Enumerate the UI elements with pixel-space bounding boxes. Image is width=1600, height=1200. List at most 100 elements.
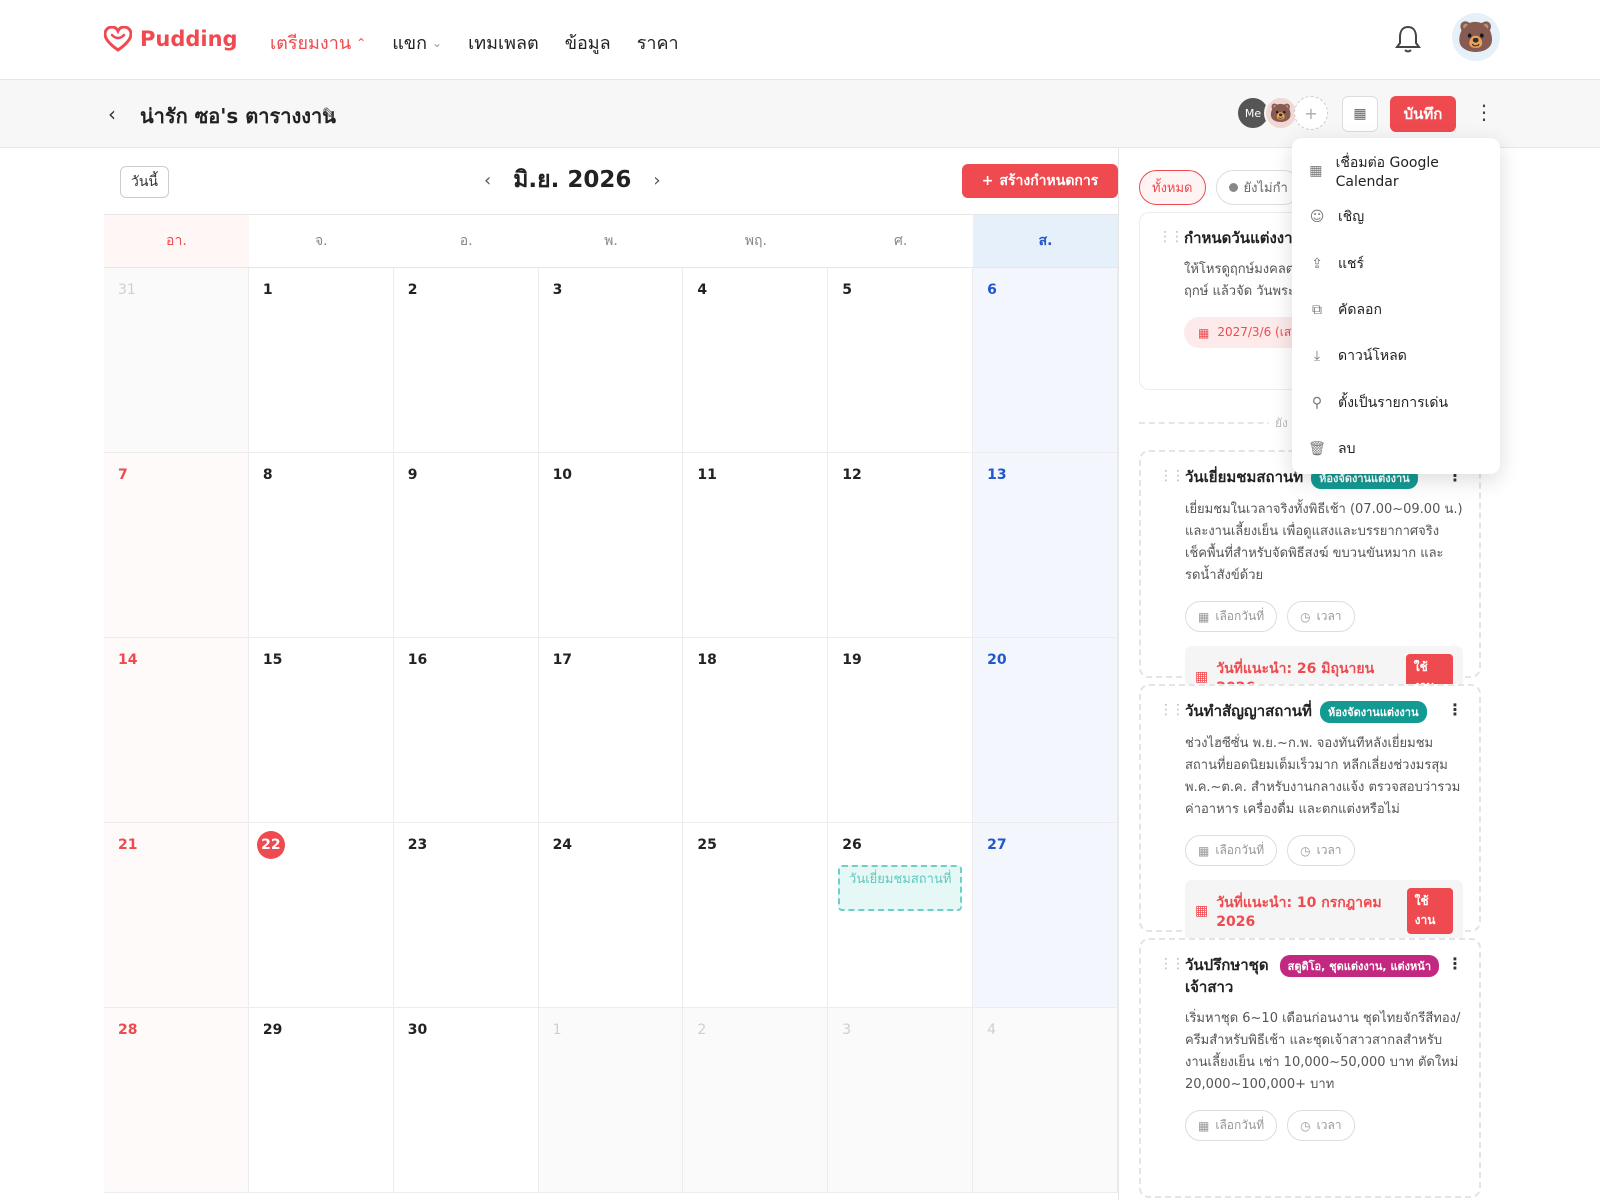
nav-prepare[interactable]: เตรียมงาน ⌃ [270,28,366,57]
calendar-event-chip[interactable]: วันเยี่ยมชมสถานที่ [838,865,963,911]
chevron-up-icon: ⌃ [356,35,367,50]
calendar-day-cell[interactable]: 27 [973,823,1118,1008]
calendar-day-cell[interactable]: 28 [104,1008,249,1193]
select-time-button[interactable]: ◷ เวลา [1287,1110,1355,1141]
menu-copy[interactable]: ⧉ คัดลอก [1292,287,1500,333]
select-time-button[interactable]: ◷ เวลา [1287,835,1355,866]
select-date-button[interactable]: ▦ เลือกวันที่ [1185,1110,1278,1141]
calendar-day-cell[interactable]: 22 [248,823,394,1008]
menu-delete[interactable]: 🗑 ลบ [1292,426,1500,472]
filter-bar: ทั้งหมด ยังไม่กำ [1139,170,1301,205]
menu-invite[interactable]: ☺ เชิญ [1292,194,1500,240]
use-suggestion-button[interactable]: ใช้งาน [1406,888,1453,934]
brand-logo[interactable]: Pudding [104,26,238,52]
drag-handle-icon[interactable]: ⋮⋮ [1159,468,1185,484]
calendar-day-cell[interactable]: 4 [683,268,829,453]
weekday-tue: อ. [459,233,473,249]
calendar-day-cell[interactable]: 18 [683,638,829,823]
more-vertical-icon[interactable]: ⋮ [1474,100,1494,124]
add-collaborator-button[interactable]: + [1294,96,1328,130]
menu-item-label: เชิญ [1338,209,1365,226]
user-avatar[interactable]: 🐻 [1452,13,1500,61]
weekday-sun: อา. [104,215,249,267]
calendar-day-cell[interactable]: 24 [538,823,684,1008]
calendar-day-cell[interactable]: 15 [248,638,394,823]
calendar-day-cell[interactable]: 12 [828,453,974,638]
drag-handle-icon[interactable]: ⋮⋮ [1159,702,1185,718]
select-time-button[interactable]: ◷ เวลา [1287,601,1355,632]
schedule-card-venue-contract[interactable]: ⋮⋮ วันทำสัญญาสถานที่ ห้องจัดงานแต่งงาน ⋮… [1139,684,1481,942]
drag-handle-icon[interactable]: ⋮⋮ [1159,956,1185,972]
calendar-day-cell[interactable]: 1 [248,268,394,453]
more-vertical-icon[interactable]: ⋮ [1447,954,1463,973]
today-button[interactable]: วันนี้ [120,166,170,198]
day-number: 3 [842,1022,852,1038]
calendar-day-cell[interactable]: 6 [973,268,1118,453]
calendar-day-cell[interactable]: 19 [828,638,974,823]
clock-icon: ◷ [1300,609,1311,624]
calendar-day-cell[interactable]: 20 [973,638,1118,823]
nav-info[interactable]: ข้อมูล [565,28,611,57]
card-description: เยี่ยมชมในเวลาจริงทั้งพิธีเช้า (07.00~09… [1185,502,1463,583]
menu-download[interactable]: ⤓ ดาวน์โหลด [1292,333,1500,379]
select-date-label: เลือกวันที่ [1215,843,1265,857]
scheduled-date-text: 2027/3/6 (เส [1217,325,1292,339]
scheduled-date-badge[interactable]: ▦ 2027/3/6 (เส [1184,317,1306,348]
card-description: ช่วงไฮซีซั่น พ.ย.~ก.พ. จองทันทีหลังเยี่ย… [1185,736,1461,817]
nav-pricing[interactable]: ราคา [637,28,679,57]
menu-share[interactable]: ⇪ แชร์ [1292,241,1500,287]
calendar-day-cell[interactable]: 31 [104,268,249,453]
calendar-day-cell[interactable]: 7 [104,453,249,638]
next-month-icon[interactable]: › [653,170,660,191]
calendar-day-cell[interactable]: 5 [828,268,974,453]
schedule-card-bridal-dress[interactable]: ⋮⋮ วันปรึกษาชุดเจ้าสาว สตูดิโอ, ชุดแต่งง… [1139,938,1481,1198]
calendar-day-cell[interactable]: 16 [393,638,539,823]
day-number: 25 [697,837,717,853]
calendar-day-cell[interactable]: 17 [538,638,684,823]
calendar-day-cell[interactable]: 8 [248,453,394,638]
calendar-day-cell[interactable]: 1 [538,1008,684,1193]
pencil-icon[interactable]: ✎ [322,104,335,123]
filter-unscheduled[interactable]: ยังไม่กำ [1215,170,1301,205]
calendar-day-cell[interactable]: 9 [393,453,539,638]
save-button[interactable]: บันทึก [1390,96,1456,132]
nav-guests[interactable]: แขก ⌄ [392,28,442,57]
collaborator-bear-avatar[interactable]: 🐻 [1264,96,1298,130]
calendar-day-cell[interactable]: 11 [683,453,829,638]
calendar-day-cell[interactable]: 26 วันเยี่ยมชมสถานที่ [828,823,974,1008]
section-divider-label: ยัง [1269,414,1294,433]
more-vertical-icon[interactable]: ⋮ [1447,700,1463,719]
calendar-day-cell[interactable]: 21 [104,823,249,1008]
calendar-day-cell[interactable]: 3 [538,268,684,453]
card-title: วันทำสัญญาสถานที่ [1185,702,1312,720]
previous-month-icon[interactable]: ‹ [484,170,491,191]
back-arrow-icon[interactable]: ‹ [108,102,116,126]
nav-templates[interactable]: เทมเพลต [468,28,539,57]
menu-connect-google-calendar[interactable]: ▦ เชื่อมต่อ Google Calendar [1292,148,1500,194]
calendar-day-cell[interactable]: 4 [973,1008,1118,1193]
calendar-day-cell[interactable]: 13 [973,453,1118,638]
calendar-day-cell[interactable]: 23 [393,823,539,1008]
calendar-day-cell[interactable]: 14 [104,638,249,823]
calendar-day-cell[interactable]: 2 [393,268,539,453]
calendar-day-cell[interactable]: 30 [393,1008,539,1193]
nav-templates-label: เทมเพลต [468,33,539,54]
drag-handle-icon[interactable]: ⋮⋮ [1158,229,1184,245]
bell-icon[interactable] [1394,24,1422,54]
calendar-view-button[interactable]: ▦ [1342,96,1378,132]
create-schedule-button[interactable]: + สร้างกำหนดการ [962,164,1118,198]
select-date-button[interactable]: ▦ เลือกวันที่ [1185,835,1278,866]
filter-all[interactable]: ทั้งหมด [1139,170,1206,205]
calendar-day-cell[interactable]: 29 [248,1008,394,1193]
day-number: 11 [697,467,717,483]
calendar-day-cell[interactable]: 3 [828,1008,974,1193]
schedule-card-venue-visit[interactable]: ⋮⋮ วันเยี่ยมชมสถานที่ ห้องจัดงานแต่งงาน … [1139,450,1481,708]
calendar-day-cell[interactable]: 2 [683,1008,829,1193]
calendar-icon: ▦ [1195,903,1209,919]
calendar-day-cell[interactable]: 25 [683,823,829,1008]
calendar-day-cell[interactable]: 10 [538,453,684,638]
menu-pin[interactable]: ⚲ ตั้งเป็นรายการเด่น [1292,379,1500,425]
select-date-button[interactable]: ▦ เลือกวันที่ [1185,601,1278,632]
day-number: 7 [118,467,128,483]
weekday-thu: พฤ. [744,233,767,249]
